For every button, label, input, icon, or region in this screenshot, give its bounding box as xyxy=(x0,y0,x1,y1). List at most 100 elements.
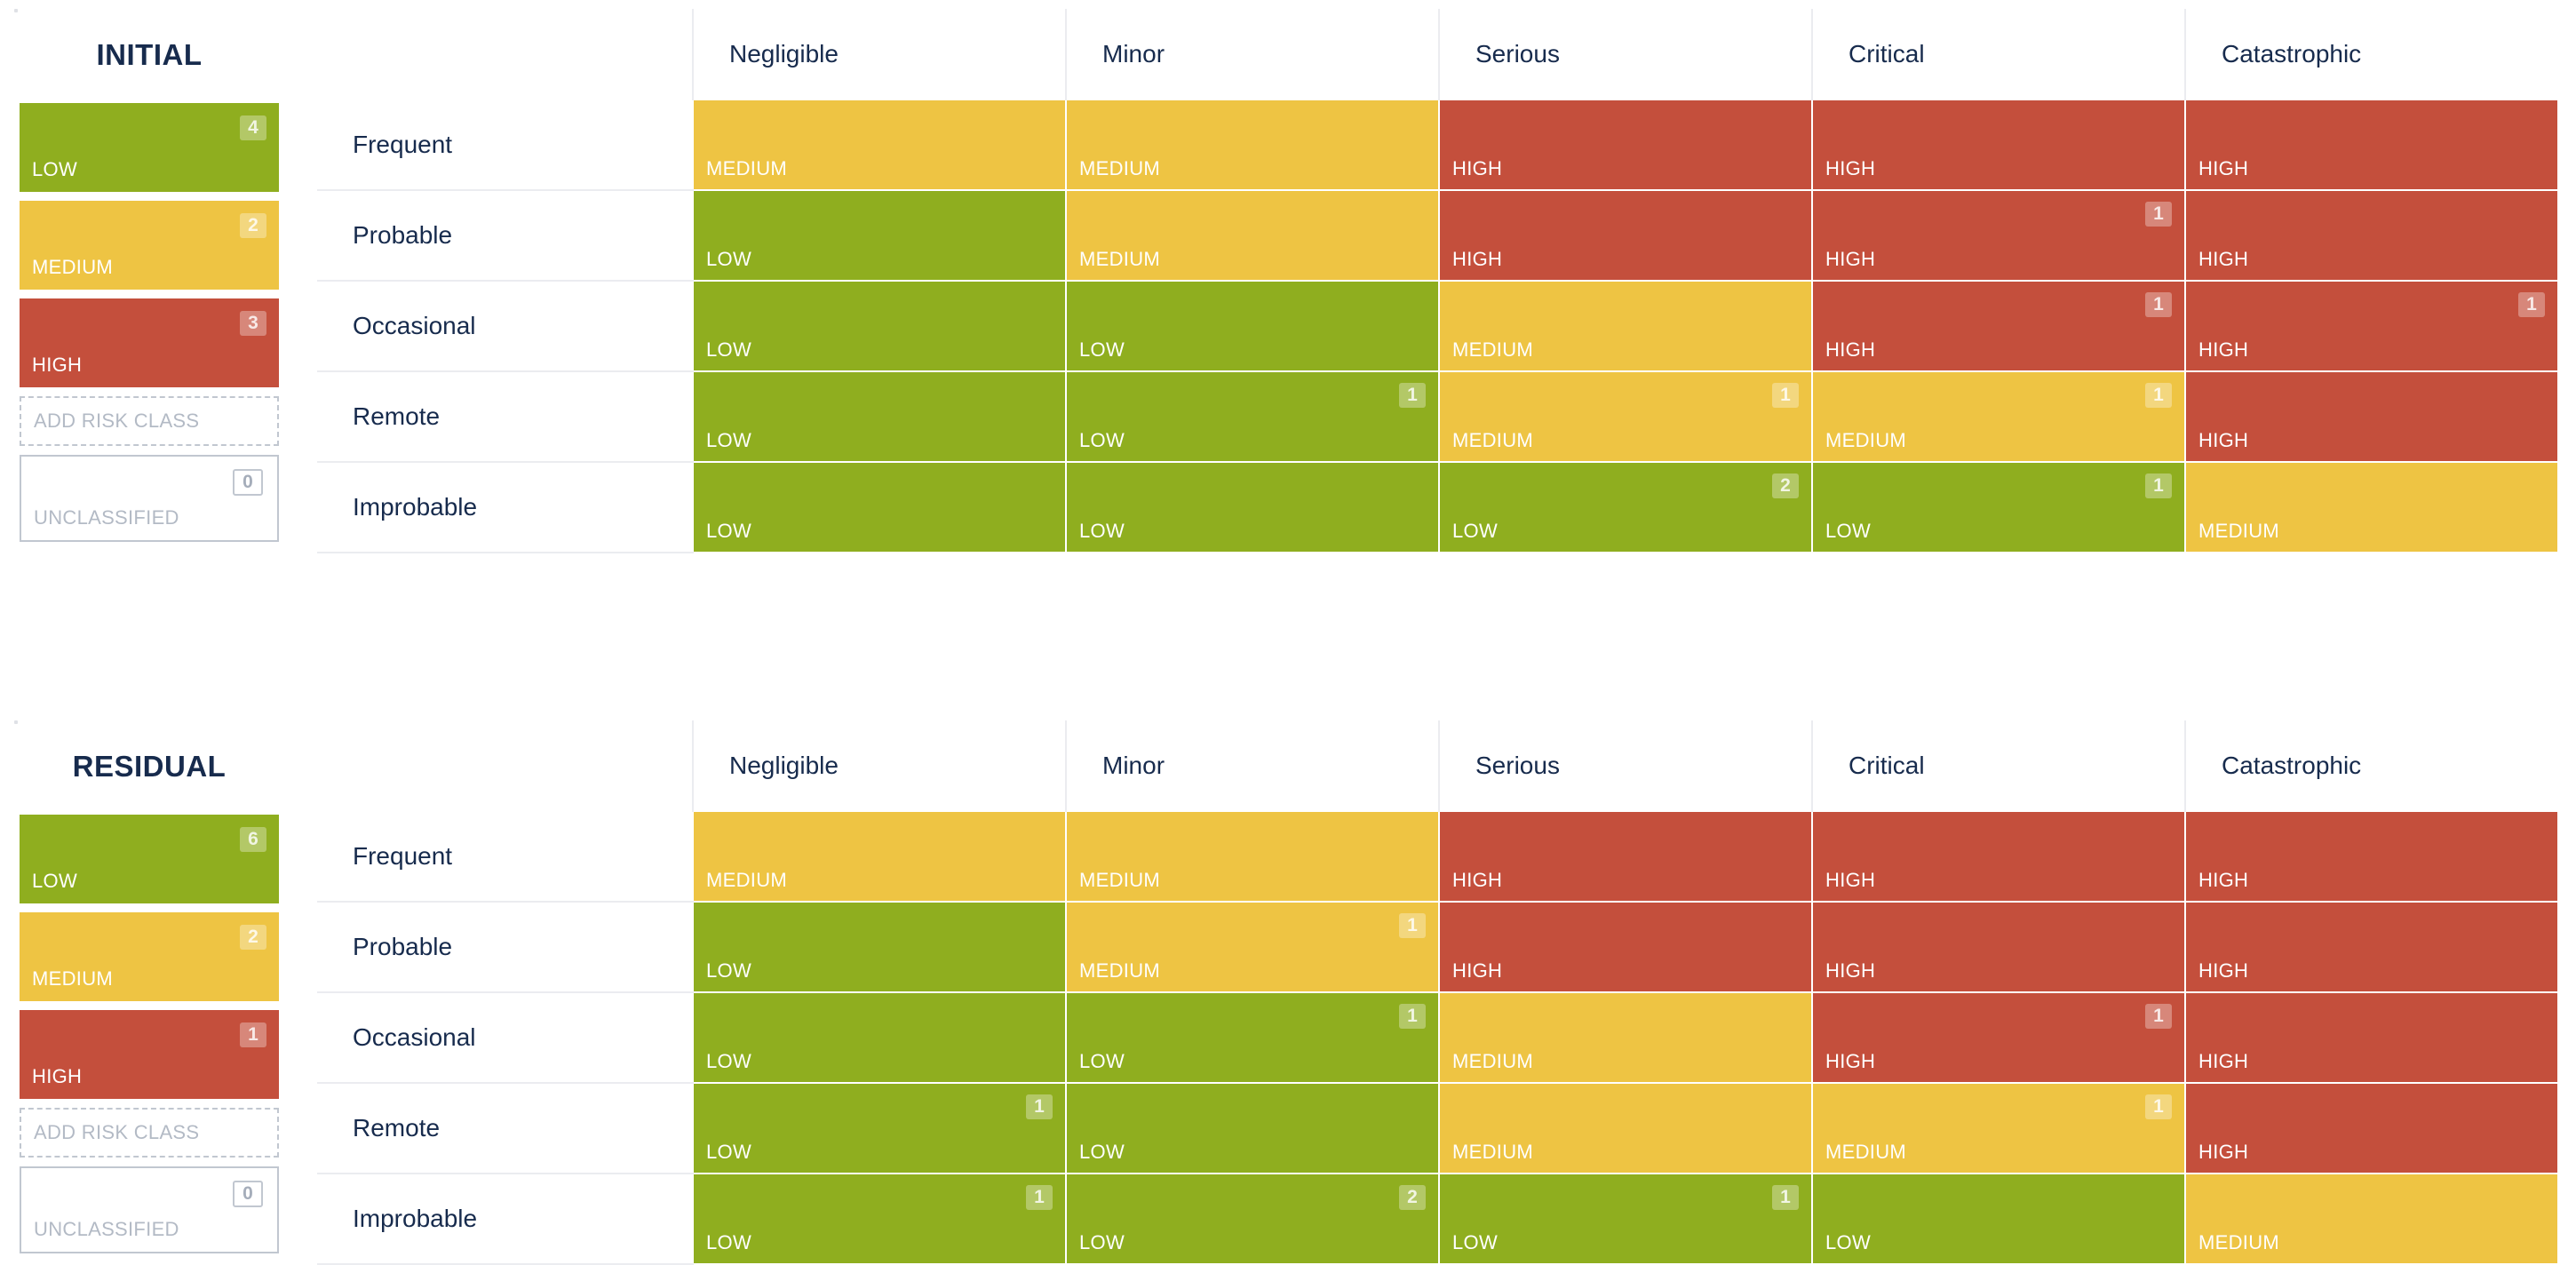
matrix-cell[interactable]: MEDIUM xyxy=(1438,991,1813,1084)
cell-risk-label: MEDIUM xyxy=(1079,959,1161,982)
risk-class-count: 2 xyxy=(240,213,266,238)
matrix-cell[interactable]: 1 HIGH xyxy=(2184,280,2559,372)
matrix-cell[interactable]: MEDIUM xyxy=(1065,189,1440,282)
matrix-cell[interactable]: HIGH xyxy=(1811,99,2186,191)
matrix-cell[interactable]: LOW xyxy=(692,370,1067,463)
matrix-cell[interactable]: 1 LOW xyxy=(1065,991,1440,1084)
matrix-cell[interactable]: MEDIUM xyxy=(1438,1082,1813,1174)
drag-handle-icon[interactable] xyxy=(14,720,18,724)
cell-risk-label: HIGH xyxy=(1825,338,1876,361)
matrix-cell[interactable]: HIGH xyxy=(2184,810,2559,903)
cell-risk-label: HIGH xyxy=(1825,157,1876,179)
unclassified-card[interactable]: 0 UNCLASSIFIED xyxy=(20,455,279,542)
risk-grid: Negligible Minor Serious Critical Catast… xyxy=(317,720,2559,1265)
matrix-cell[interactable]: LOW xyxy=(1065,1082,1440,1174)
matrix-cell[interactable]: MEDIUM xyxy=(1065,99,1440,191)
risk-class-low[interactable]: 6 LOW xyxy=(20,815,279,903)
matrix-cell[interactable]: HIGH xyxy=(2184,99,2559,191)
matrix-cell[interactable]: LOW xyxy=(1065,461,1440,553)
cell-risk-label: LOW xyxy=(706,959,752,982)
matrix-cell[interactable]: 2 LOW xyxy=(1438,461,1813,553)
matrix-cell[interactable]: 1 LOW xyxy=(692,1173,1067,1265)
cell-risk-label: LOW xyxy=(706,1050,752,1072)
matrix-cell[interactable]: HIGH xyxy=(1438,810,1813,903)
matrix-cell[interactable]: HIGH xyxy=(1811,901,2186,993)
unclassified-count: 0 xyxy=(233,1181,263,1207)
matrix-cell[interactable]: 1 HIGH xyxy=(1811,280,2186,372)
likelihood-label: Remote xyxy=(317,1083,693,1174)
cell-risk-label: HIGH xyxy=(1452,869,1503,891)
matrix-cell[interactable]: MEDIUM xyxy=(1065,810,1440,903)
risk-grid: Negligible Minor Serious Critical Catast… xyxy=(317,9,2559,553)
cell-risk-label: HIGH xyxy=(2198,869,2249,891)
matrix-cell[interactable]: 1 MEDIUM xyxy=(1811,1082,2186,1174)
severity-header: Catastrophic xyxy=(2184,9,2558,99)
likelihood-label: Probable xyxy=(317,902,693,993)
likelihood-label: Improbable xyxy=(317,1174,693,1265)
unclassified-card[interactable]: 0 UNCLASSIFIED xyxy=(20,1166,279,1253)
add-risk-class-button[interactable]: ADD RISK CLASS xyxy=(20,1108,279,1158)
risk-class-high[interactable]: 1 HIGH xyxy=(20,1010,279,1099)
cell-risk-label: MEDIUM xyxy=(1079,157,1161,179)
cell-risk-label: MEDIUM xyxy=(706,869,788,891)
cell-risk-label: MEDIUM xyxy=(1079,248,1161,270)
cell-risk-label: LOW xyxy=(1079,338,1125,361)
risk-class-count: 4 xyxy=(240,115,266,140)
matrix-cell[interactable]: LOW xyxy=(692,901,1067,993)
matrix-cell[interactable]: HIGH xyxy=(2184,901,2559,993)
cell-risk-label: LOW xyxy=(706,1231,752,1253)
matrix-cell[interactable]: HIGH xyxy=(1438,189,1813,282)
matrix-cell[interactable]: 1 MEDIUM xyxy=(1438,370,1813,463)
risk-class-low[interactable]: 4 LOW xyxy=(20,103,279,192)
matrix-cell[interactable]: 1 LOW xyxy=(1811,461,2186,553)
matrix-cell[interactable]: 1 LOW xyxy=(692,1082,1067,1174)
cell-risk-label: HIGH xyxy=(2198,1141,2249,1163)
matrix-cell[interactable]: HIGH xyxy=(2184,370,2559,463)
matrix-cell[interactable]: HIGH xyxy=(2184,1082,2559,1174)
matrix-cell[interactable]: HIGH xyxy=(2184,991,2559,1084)
cell-risk-label: HIGH xyxy=(2198,157,2249,179)
matrix-cell[interactable]: 2 LOW xyxy=(1065,1173,1440,1265)
matrix-cell[interactable]: MEDIUM xyxy=(2184,1173,2559,1265)
risk-class-medium[interactable]: 2 MEDIUM xyxy=(20,912,279,1001)
cell-risk-label: HIGH xyxy=(2198,429,2249,451)
matrix-cell[interactable]: LOW xyxy=(692,280,1067,372)
risk-class-medium[interactable]: 2 MEDIUM xyxy=(20,201,279,290)
matrix-cell[interactable]: LOW xyxy=(1811,1173,2186,1265)
risk-class-high[interactable]: 3 HIGH xyxy=(20,298,279,387)
matrix-cell[interactable]: LOW xyxy=(692,991,1067,1084)
matrix-cell[interactable]: 1 MEDIUM xyxy=(1065,901,1440,993)
matrix-title: INITIAL xyxy=(96,38,203,71)
cell-risk-label: LOW xyxy=(706,338,752,361)
cell-risk-label: HIGH xyxy=(2198,248,2249,270)
matrix-cell[interactable]: MEDIUM xyxy=(692,99,1067,191)
add-risk-class-button[interactable]: ADD RISK CLASS xyxy=(20,396,279,446)
cell-risk-label: LOW xyxy=(1452,1231,1499,1253)
cell-risk-label: HIGH xyxy=(1452,157,1503,179)
matrix-cell[interactable]: HIGH xyxy=(1438,901,1813,993)
risk-class-count: 2 xyxy=(240,925,266,950)
matrix-cell[interactable]: MEDIUM xyxy=(1438,280,1813,372)
matrix-cell[interactable]: MEDIUM xyxy=(692,810,1067,903)
matrix-cell[interactable]: LOW xyxy=(1065,280,1440,372)
likelihood-label: Occasional xyxy=(317,992,693,1084)
matrix-cell[interactable]: HIGH xyxy=(2184,189,2559,282)
matrix-cell[interactable]: MEDIUM xyxy=(2184,461,2559,553)
matrix-cell[interactable]: HIGH xyxy=(1438,99,1813,191)
matrix-cell[interactable]: HIGH xyxy=(1811,810,2186,903)
matrix-cell[interactable]: 1 HIGH xyxy=(1811,189,2186,282)
drag-handle-icon[interactable] xyxy=(14,9,18,12)
cell-risk-count: 1 xyxy=(1026,1094,1053,1119)
severity-header: Critical xyxy=(1811,9,2185,99)
risk-class-count: 6 xyxy=(240,827,266,852)
matrix-cell[interactable]: LOW xyxy=(692,461,1067,553)
matrix-cell[interactable]: 1 HIGH xyxy=(1811,991,2186,1084)
matrix-cell[interactable]: 1 LOW xyxy=(1065,370,1440,463)
cell-risk-label: HIGH xyxy=(2198,338,2249,361)
risk-class-label: MEDIUM xyxy=(32,967,114,990)
matrix-cell[interactable]: 1 MEDIUM xyxy=(1811,370,2186,463)
matrix-cell[interactable]: LOW xyxy=(692,189,1067,282)
cell-risk-label: HIGH xyxy=(1452,959,1503,982)
likelihood-row: Improbable 1 LOW 2 LOW 1 LOW LOW MEDIUM xyxy=(317,1173,2559,1265)
matrix-cell[interactable]: 1 LOW xyxy=(1438,1173,1813,1265)
